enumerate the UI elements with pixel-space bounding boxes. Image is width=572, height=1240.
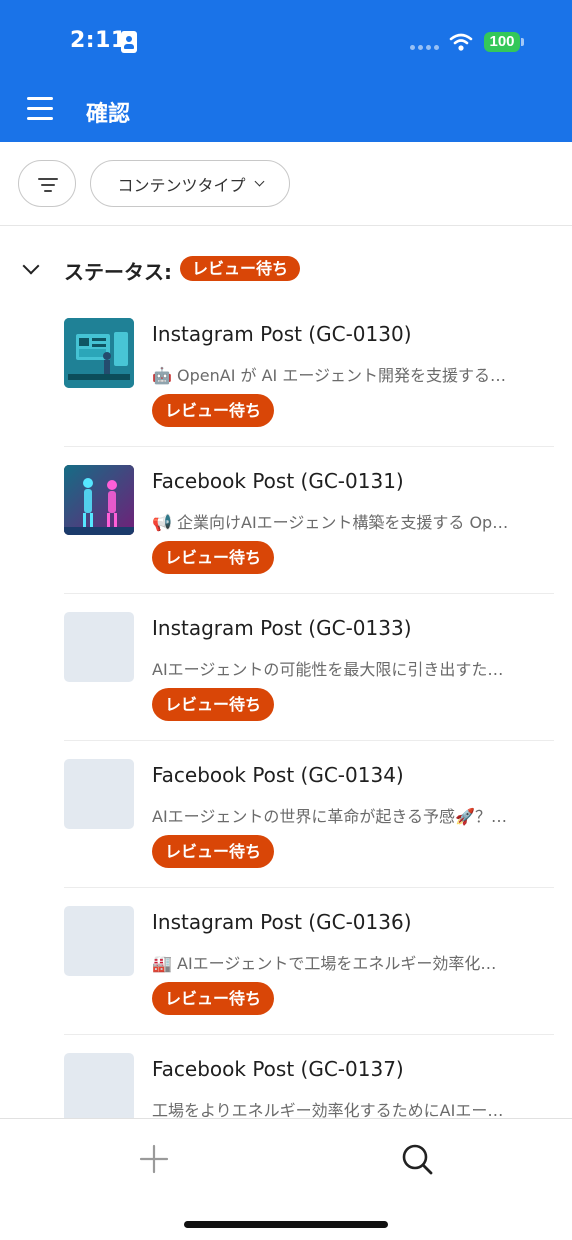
post-title: Instagram Post (GC-0130) [152, 322, 412, 346]
bottom-toolbar [0, 1118, 572, 1240]
chevron-down-icon [254, 176, 264, 187]
list-item[interactable]: Facebook Post (GC-0134) AIエージェントの世界に革命が起… [0, 741, 572, 888]
content-type-label: コンテンツタイプ [117, 175, 246, 195]
chevron-down-icon[interactable] [22, 257, 40, 275]
content-type-dropdown[interactable]: コンテンツタイプ [90, 160, 290, 207]
status-time: 2:11 [70, 28, 127, 53]
status-group-header[interactable]: ステータス: レビュー待ち [0, 240, 572, 298]
status-badge: レビュー待ち [152, 394, 275, 427]
post-thumbnail-placeholder [64, 759, 134, 829]
post-title: Facebook Post (GC-0137) [152, 1057, 404, 1081]
post-title: Instagram Post (GC-0136) [152, 910, 412, 934]
status-badge: レビュー待ち [180, 256, 301, 281]
hologram-figures-image [64, 465, 134, 535]
post-thumbnail [64, 465, 134, 535]
group-label: ステータス: [64, 260, 172, 284]
filter-button[interactable] [18, 160, 76, 207]
post-preview: 🏭 AIエージェントで工場をエネルギー効率化… [152, 954, 497, 973]
wifi-icon [449, 33, 473, 51]
post-title: Facebook Post (GC-0134) [152, 763, 404, 787]
post-thumbnail-placeholder [64, 906, 134, 976]
robot-dashboard-image [64, 318, 134, 388]
page-title: 確認 [86, 102, 131, 127]
post-preview: 📢 企業向けAIエージェント構築を支援する Op… [152, 513, 509, 532]
list-item[interactable]: Facebook Post (GC-0131) 📢 企業向けAIエージェント構築… [0, 447, 572, 594]
post-preview: 🤖 OpenAI が AI エージェント開発を支援する… [152, 366, 507, 385]
post-title: Instagram Post (GC-0133) [152, 616, 412, 640]
cellular-signal-icon [410, 45, 439, 50]
list-item[interactable]: Instagram Post (GC-0130) 🤖 OpenAI が AI エ… [0, 300, 572, 447]
filter-lines-icon [38, 178, 58, 180]
post-thumbnail [64, 318, 134, 388]
app-header: 2:11 100 確認 [0, 0, 572, 142]
status-badge: レビュー待ち [152, 982, 275, 1015]
status-badge: レビュー待ち [152, 835, 275, 868]
status-badge: レビュー待ち [152, 541, 275, 574]
status-badge: レビュー待ち [152, 688, 275, 721]
post-preview: AIエージェントの可能性を最大限に引き出すた… [152, 660, 504, 679]
search-icon[interactable] [397, 1139, 437, 1179]
home-indicator[interactable] [184, 1221, 388, 1228]
battery-tip [521, 38, 524, 46]
list-item[interactable]: Instagram Post (GC-0133) AIエージェントの可能性を最大… [0, 594, 572, 741]
battery-icon: 100 [484, 32, 520, 52]
plus-icon[interactable] [134, 1139, 174, 1179]
id-card-icon [121, 31, 137, 53]
post-preview: AIエージェントの世界に革命が起きる予感🚀？… [152, 807, 507, 826]
post-thumbnail-placeholder [64, 612, 134, 682]
list-item[interactable]: Instagram Post (GC-0136) 🏭 AIエージェントで工場をエ… [0, 888, 572, 1035]
post-thumbnail-placeholder [64, 1053, 134, 1123]
hamburger-menu-icon[interactable] [22, 94, 54, 124]
filter-bar: コンテンツタイプ [0, 142, 572, 226]
post-title: Facebook Post (GC-0131) [152, 469, 404, 493]
